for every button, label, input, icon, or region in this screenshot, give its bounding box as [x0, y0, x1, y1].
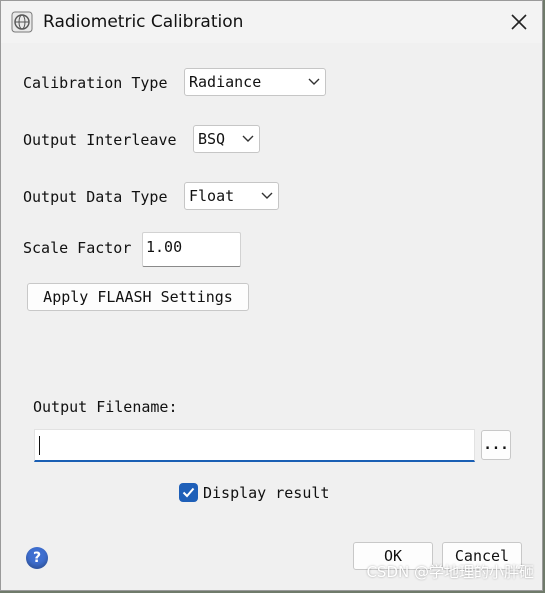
chevron-down-icon: [256, 183, 278, 209]
calibration-type-label: Calibration Type: [23, 74, 168, 92]
output-data-type-select[interactable]: Float: [184, 182, 279, 210]
radiometric-calibration-dialog: Radiometric Calibration Calibration Type…: [0, 0, 543, 591]
chevron-down-icon: [237, 126, 259, 152]
scale-factor-input[interactable]: 1.00: [142, 232, 241, 267]
browse-button[interactable]: ...: [481, 430, 511, 460]
watermark-text: CSDN @学地理的小胖砸: [366, 563, 534, 581]
output-interleave-select[interactable]: BSQ: [193, 125, 260, 153]
output-data-type-value: Float: [189, 187, 235, 205]
output-interleave-value: BSQ: [198, 130, 226, 148]
chevron-down-icon: [303, 69, 325, 95]
scale-factor-value: 1.00: [146, 238, 183, 256]
scale-factor-label: Scale Factor: [23, 239, 132, 257]
close-button[interactable]: [502, 5, 536, 39]
checkmark-icon: [182, 487, 195, 498]
calibration-type-value: Radiance: [189, 73, 262, 91]
close-icon: [511, 14, 527, 30]
output-filename-label: Output Filename:: [33, 398, 178, 416]
output-data-type-label: Output Data Type: [23, 188, 168, 206]
help-icon[interactable]: ?: [26, 547, 48, 569]
app-globe-icon: [11, 11, 33, 33]
dialog-content: Calibration Type Radiance Output Interle…: [1, 43, 542, 590]
output-interleave-label: Output Interleave: [23, 131, 177, 149]
title-bar: Radiometric Calibration: [1, 1, 542, 43]
display-result-checkbox[interactable]: [179, 483, 198, 502]
window-title: Radiometric Calibration: [43, 12, 244, 32]
apply-flaash-settings-button[interactable]: Apply FLAASH Settings: [27, 283, 249, 311]
display-result-label: Display result: [203, 484, 330, 502]
calibration-type-select[interactable]: Radiance: [184, 68, 326, 96]
text-caret: [39, 436, 40, 455]
output-filename-input[interactable]: [34, 429, 475, 462]
